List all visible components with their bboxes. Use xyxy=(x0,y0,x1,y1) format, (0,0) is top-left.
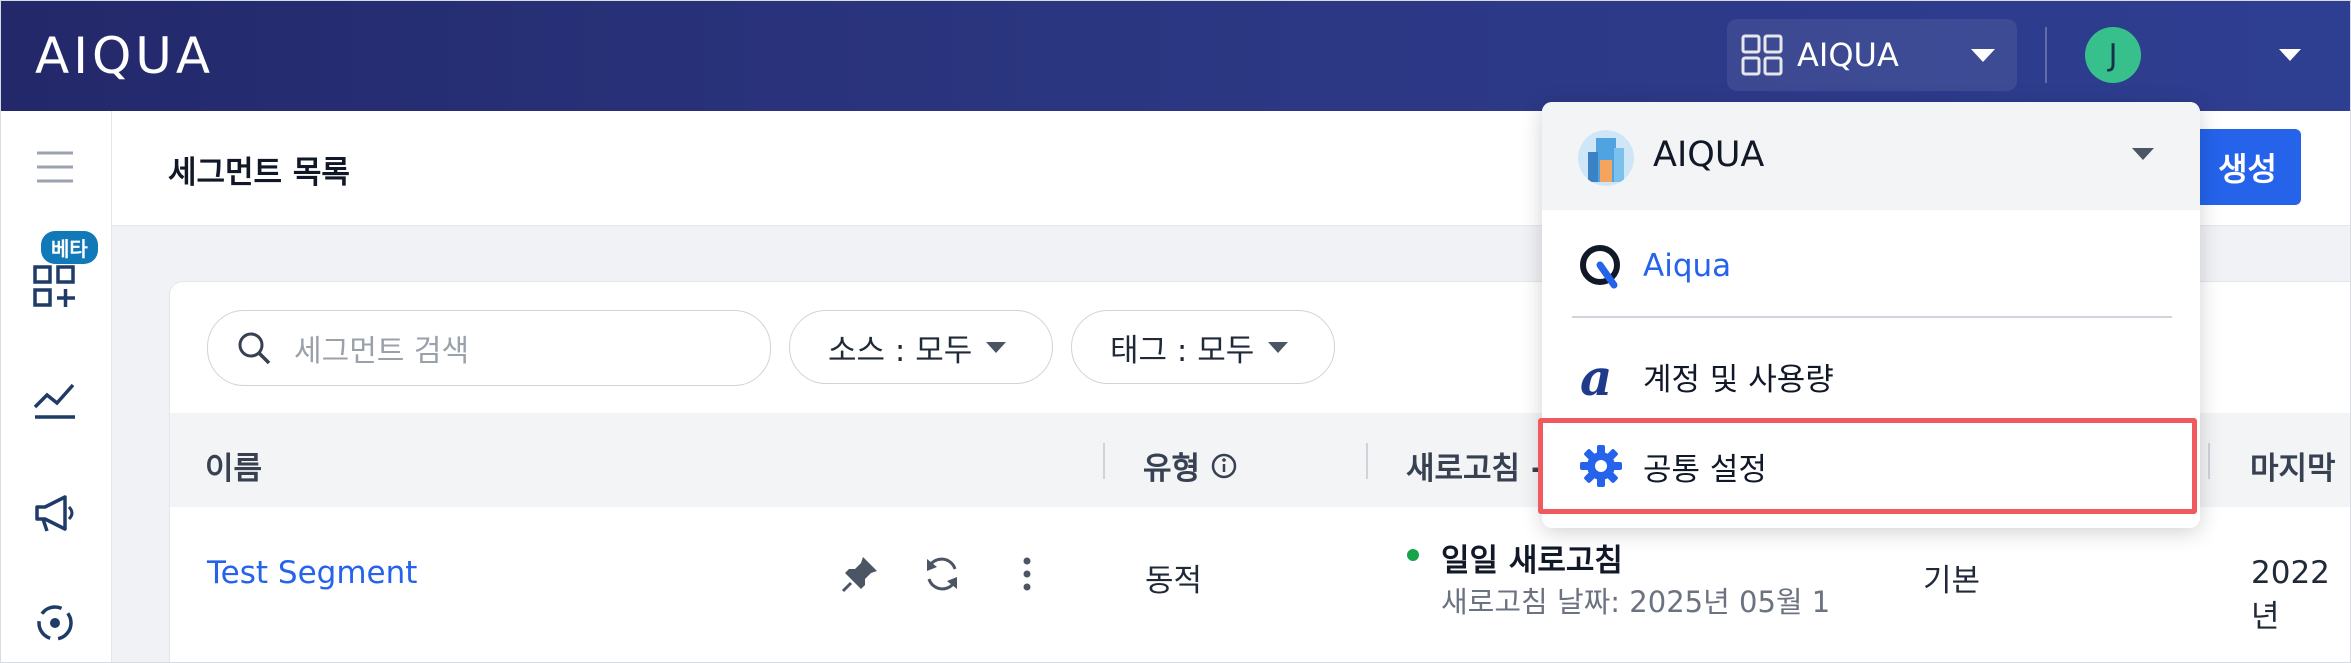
pin-icon[interactable] xyxy=(839,553,881,595)
menu-item-account-usage[interactable]: a 계정 및 사용량 xyxy=(1542,332,2200,420)
create-button-label: 생성 xyxy=(2218,150,2277,188)
dashboard-add-icon[interactable] xyxy=(29,261,81,313)
source-filter-label: 소스 : 모두 xyxy=(828,332,973,369)
refresh-date: 새로고침 날짜: 2025년 05월 1 xyxy=(1441,585,1831,619)
chevron-down-icon xyxy=(1268,341,1289,353)
workspace-switcher-label: AIQUA xyxy=(1797,36,1899,74)
menu-item-aiqua-label: Aiqua xyxy=(1643,248,1732,284)
dropdown-workspace-label: AIQUA xyxy=(1653,135,1765,175)
refresh-schedule: 일일 새로고침 xyxy=(1441,543,1623,579)
status-dot xyxy=(1407,549,1419,561)
aiqua-logo[interactable]: AIQUA xyxy=(35,27,214,85)
last-updated: 2022년 xyxy=(2251,555,2330,635)
beta-badge: 베타 xyxy=(41,231,98,264)
segment-search-input[interactable]: 세그먼트 검색 xyxy=(207,310,771,386)
more-options-icon[interactable] xyxy=(1015,553,1039,595)
column-header-name[interactable]: 이름 xyxy=(205,443,262,488)
apps-grid-icon xyxy=(1741,34,1783,76)
analytics-chart-icon[interactable] xyxy=(29,373,81,425)
source-filter-dropdown[interactable]: 소스 : 모두 xyxy=(789,310,1053,384)
chevron-down-icon xyxy=(1971,48,1995,62)
top-bar: AIQUA AIQUA J xyxy=(1,1,2350,111)
segment-name-link[interactable]: Test Segment xyxy=(207,555,417,591)
workspace-building-icon xyxy=(1578,130,1634,186)
tag-filter-dropdown[interactable]: 태그 : 모두 xyxy=(1071,310,1335,384)
menu-divider xyxy=(1572,316,2172,318)
column-header-refresh[interactable]: 새로고침 - xyxy=(1406,443,1544,488)
menu-icon[interactable] xyxy=(29,141,81,193)
segment-type: 동적 xyxy=(1145,563,1203,599)
app-frame: AIQUA AIQUA J 베타 세그먼트 목록 생성 세그먼트 검색 소스:… xyxy=(0,0,2351,663)
menu-item-account-usage-label: 계정 및 사용량 xyxy=(1643,361,1834,398)
search-placeholder: 세그먼트 검색 xyxy=(294,334,470,369)
highlight-box xyxy=(1538,418,2197,514)
dropdown-workspace-selector[interactable]: AIQUA xyxy=(1542,102,2200,210)
column-separator xyxy=(1103,443,1105,479)
alpha-a-icon: a xyxy=(1580,351,1612,401)
workspace-switcher[interactable]: AIQUA xyxy=(1727,19,2017,91)
page-title: 세그먼트 목록 xyxy=(168,155,350,191)
menu-item-aiqua[interactable]: Aiqua xyxy=(1542,222,2200,310)
column-header-last[interactable]: 마지막 xyxy=(2250,443,2336,488)
svg-text:a: a xyxy=(1580,351,1612,401)
cycle-icon[interactable] xyxy=(29,597,81,649)
column-header-type[interactable]: 유형 xyxy=(1143,443,1238,488)
chevron-down-icon xyxy=(2132,148,2154,160)
chevron-down-icon xyxy=(986,341,1007,353)
sidebar: 베타 xyxy=(1,111,112,662)
column-separator xyxy=(2208,443,2210,479)
column-separator xyxy=(1366,443,1368,479)
info-icon[interactable] xyxy=(1210,452,1238,480)
refresh-icon[interactable] xyxy=(921,553,963,595)
column-header-type-label: 유형 xyxy=(1143,451,1201,487)
user-menu-chevron-icon[interactable] xyxy=(2279,49,2301,61)
user-avatar[interactable]: J xyxy=(2085,27,2141,83)
divider xyxy=(2045,27,2047,83)
tag-filter-label: 태그 : 모두 xyxy=(1110,332,1255,369)
megaphone-icon[interactable] xyxy=(29,487,81,539)
search-icon xyxy=(238,332,271,365)
segment-category: 기본 xyxy=(1923,563,1981,599)
aiqua-q-icon xyxy=(1580,245,1620,289)
